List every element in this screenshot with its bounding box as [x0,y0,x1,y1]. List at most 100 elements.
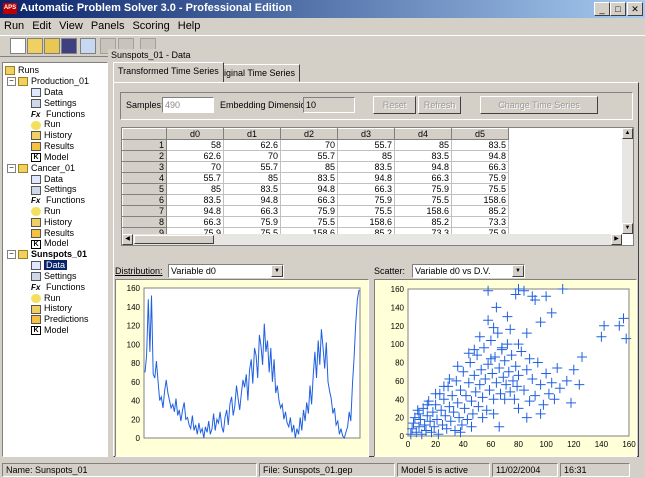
tree-item-data[interactable]: Data [31,174,63,185]
table-cell[interactable]: 66.3 [280,194,338,206]
collapse-icon[interactable]: − [7,163,16,173]
table-cell[interactable]: 94.8 [451,150,509,162]
tree-run[interactable]: Cancer_01 [18,163,75,174]
close-button[interactable]: ✕ [627,2,643,16]
menu-view[interactable]: View [55,18,87,32]
scatter-select[interactable]: Variable d0 vs D.V. ▼ [412,264,525,278]
tree-item-settings[interactable]: Settings [31,98,77,109]
tree-item-model[interactable]: K Model [31,238,69,249]
table-cell[interactable]: 75.9 [451,172,509,184]
table-cell[interactable]: 66.3 [166,216,224,228]
column-header-d3[interactable]: d3 [337,128,395,140]
tree-run[interactable]: Production_01 [18,76,89,87]
tree-item-history[interactable]: History [31,217,72,228]
save-icon[interactable] [61,38,77,54]
tree-run[interactable]: Sunspots_01 [18,249,87,260]
table-cell[interactable]: 73.3 [451,216,509,228]
data-grid[interactable]: d0 d1 d2 d3 d4 d5 1 58 62.6 70 55.7 85 83.5 2 62.6 70 55… [121,127,634,246]
runs-tree[interactable]: Runs − Production_01 Data Settings Fx Function… [2,62,108,457]
column-header-d4[interactable]: d4 [394,128,452,140]
table-cell[interactable]: 75.9 [337,194,395,206]
column-header-d1[interactable]: d1 [223,128,281,140]
tree-item-run[interactable]: Run [31,119,61,130]
open-folder-icon[interactable] [27,38,43,54]
table-cell[interactable]: 85 [223,172,281,184]
table-cell[interactable]: 85.2 [394,216,452,228]
table-cell[interactable]: 55.7 [223,161,281,173]
table-cell[interactable]: 75.9 [394,183,452,195]
tree-item-run[interactable]: Run [31,206,61,217]
menu-edit[interactable]: Edit [28,18,55,32]
table-cell[interactable]: 83.5 [223,183,281,195]
table-cell[interactable]: 83.5 [166,194,224,206]
row-header[interactable]: 8 [122,216,167,228]
table-cell[interactable]: 85 [394,139,452,151]
row-header[interactable]: 5 [122,183,167,195]
table-cell[interactable]: 70 [280,139,338,151]
tree-item-functions[interactable]: Fx Functions [31,282,85,293]
tree-item-settings[interactable]: Settings [31,271,77,282]
menu-scoring[interactable]: Scoring [128,18,173,32]
minimize-button[interactable]: _ [594,2,610,16]
scroll-up-icon[interactable]: ▲ [622,128,633,139]
table-cell[interactable]: 85 [166,183,224,195]
row-header[interactable]: 7 [122,205,167,217]
table-cell[interactable]: 66.3 [451,161,509,173]
table-cell[interactable]: 83.5 [451,139,509,151]
menu-help[interactable]: Help [174,18,205,32]
row-header[interactable]: 6 [122,194,167,206]
tree-item-settings[interactable]: Settings [31,184,77,195]
grid-vertical-scrollbar[interactable] [622,128,633,234]
table-cell[interactable]: 85.2 [451,205,509,217]
table-cell[interactable]: 75.5 [394,194,452,206]
chevron-down-icon[interactable]: ▼ [271,265,283,277]
table-cell[interactable]: 75.5 [337,205,395,217]
column-header-d0[interactable]: d0 [166,128,224,140]
column-header-d5[interactable]: d5 [451,128,509,140]
row-header[interactable]: 4 [122,172,167,184]
row-header[interactable]: 1 [122,139,167,151]
collapse-icon[interactable]: − [7,77,16,86]
copy-icon[interactable] [80,38,96,54]
table-cell[interactable]: 62.6 [223,139,281,151]
tree-root[interactable]: Runs [5,65,39,76]
tree-item-predictions[interactable]: Predictions [31,314,89,325]
samples-field[interactable]: 490 [162,97,214,113]
menu-panels[interactable]: Panels [87,18,129,32]
tree-item-history[interactable]: History [31,130,72,141]
tree-item-data[interactable]: Data [31,260,68,271]
menu-run[interactable]: Run [0,18,28,32]
tree-item-run[interactable]: Run [31,293,61,304]
refresh-button[interactable]: Refresh [418,96,461,114]
open-run-icon[interactable] [44,38,60,54]
scroll-down-icon[interactable]: ▼ [622,223,633,234]
tree-item-functions[interactable]: Fx Functions [31,109,85,120]
table-cell[interactable]: 75.9 [280,205,338,217]
distribution-select[interactable]: Variable d0 ▼ [168,264,284,278]
tree-item-data[interactable]: Data [31,87,63,98]
table-cell[interactable]: 94.8 [394,161,452,173]
table-cell[interactable]: 55.7 [280,150,338,162]
table-cell[interactable]: 85 [337,150,395,162]
table-cell[interactable]: 55.7 [166,172,224,184]
table-cell[interactable]: 66.3 [223,205,281,217]
table-cell[interactable]: 94.8 [223,194,281,206]
table-cell[interactable]: 158.6 [337,216,395,228]
tree-item-model[interactable]: K Model [31,325,69,336]
tree-item-model[interactable]: K Model [31,152,69,163]
tree-item-results[interactable]: Results [31,228,74,239]
tree-item-functions[interactable]: Fx Functions [31,195,85,206]
table-cell[interactable]: 66.3 [394,172,452,184]
tab-transformed-time-series[interactable]: Transformed Time Series [113,62,224,82]
table-cell[interactable]: 55.7 [337,139,395,151]
scroll-right-icon[interactable]: ▶ [611,234,622,245]
table-cell[interactable]: 75.5 [451,183,509,195]
table-cell[interactable]: 94.8 [280,183,338,195]
table-cell[interactable]: 62.6 [166,150,224,162]
chevron-down-icon[interactable]: ▼ [512,265,524,277]
table-cell[interactable]: 66.3 [337,183,395,195]
table-cell[interactable]: 85 [280,161,338,173]
table-cell[interactable]: 75.9 [223,216,281,228]
table-cell[interactable]: 70 [166,161,224,173]
scroll-thumb[interactable] [134,235,214,244]
